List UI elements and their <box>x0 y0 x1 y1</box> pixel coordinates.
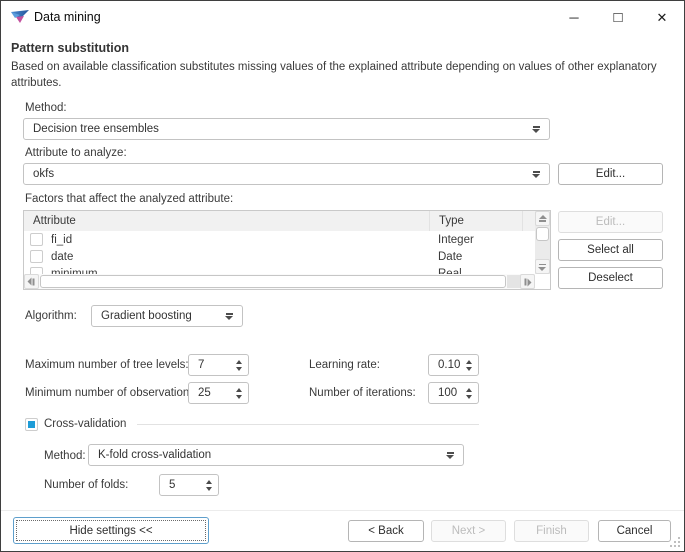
method-label: Method: <box>25 102 67 114</box>
horizontal-scrollbar[interactable] <box>24 274 535 289</box>
vertical-scrollbar[interactable] <box>535 211 550 274</box>
iterations-value: 100 <box>438 387 466 399</box>
iterations-label: Number of iterations: <box>309 387 416 399</box>
table-row[interactable]: fi_id Integer <box>24 231 535 248</box>
attribute-select-value: okfs <box>33 168 532 180</box>
stepper-arrows-icon[interactable] <box>236 388 242 399</box>
stepper-arrows-icon[interactable] <box>236 360 242 371</box>
scroll-right-button[interactable] <box>520 274 535 289</box>
cross-validation-label: Cross-validation <box>44 418 126 430</box>
footer-separator <box>1 510 684 511</box>
titlebar[interactable]: Data mining ─ □ ✕ <box>1 1 684 34</box>
table-row[interactable]: minimum Real <box>24 265 535 274</box>
attribute-label: Attribute to analyze: <box>25 147 127 159</box>
min-observations-label: Minimum number of observations: <box>25 387 198 399</box>
edit-attribute-button[interactable]: Edit... <box>558 163 663 185</box>
maximize-button[interactable]: □ <box>596 1 640 34</box>
horizontal-scrollbar-thumb[interactable] <box>40 275 506 288</box>
max-tree-levels-value: 7 <box>198 359 236 371</box>
row-type: Date <box>429 251 535 263</box>
max-tree-levels-stepper[interactable]: 7 <box>188 354 249 376</box>
factors-table: Attribute Type fi_id Integer date Date m… <box>23 210 551 290</box>
column-header-attribute[interactable]: Attribute <box>24 215 429 227</box>
algorithm-select-value: Gradient boosting <box>101 310 225 322</box>
finish-button[interactable]: Finish <box>514 520 589 542</box>
scroll-down-button[interactable] <box>535 259 550 274</box>
cancel-button[interactable]: Cancel <box>598 520 671 542</box>
arrow-left-icon <box>28 277 36 286</box>
factors-table-header: Attribute Type <box>24 211 535 231</box>
window-title: Data mining <box>34 10 101 24</box>
minimize-icon: ─ <box>569 10 578 25</box>
iterations-stepper[interactable]: 100 <box>428 382 479 404</box>
data-mining-dialog: Data mining ─ □ ✕ Pattern substitution B… <box>0 0 685 552</box>
hide-settings-button[interactable]: Hide settings << <box>13 517 209 544</box>
min-observations-stepper[interactable]: 25 <box>188 382 249 404</box>
close-button[interactable]: ✕ <box>640 1 684 34</box>
method-select-value: Decision tree ensembles <box>33 123 532 135</box>
folds-value: 5 <box>169 479 206 491</box>
row-checkbox[interactable] <box>30 267 43 274</box>
window-controls: ─ □ ✕ <box>552 1 684 34</box>
group-separator <box>137 424 479 425</box>
page-title: Pattern substitution <box>11 41 129 55</box>
cv-method-select-value: K-fold cross-validation <box>98 449 446 461</box>
learning-rate-label: Learning rate: <box>309 359 380 371</box>
close-icon: ✕ <box>657 10 668 26</box>
row-checkbox[interactable] <box>30 233 43 246</box>
row-attribute: fi_id <box>51 234 429 246</box>
method-select[interactable]: Decision tree ensembles <box>23 118 550 140</box>
maximize-icon: □ <box>613 9 622 26</box>
horizontal-scrollbar-track[interactable] <box>507 275 520 288</box>
row-type: Integer <box>429 234 535 246</box>
select-all-button[interactable]: Select all <box>558 239 663 261</box>
cv-method-select[interactable]: K-fold cross-validation <box>88 444 464 466</box>
app-logo-icon <box>11 10 29 29</box>
stepper-arrows-icon[interactable] <box>206 480 212 491</box>
stepper-arrows-icon[interactable] <box>466 388 472 399</box>
arrow-up-icon <box>538 215 547 223</box>
learning-rate-stepper[interactable]: 0.10 <box>428 354 479 376</box>
min-observations-value: 25 <box>198 387 236 399</box>
back-button[interactable]: < Back <box>348 520 424 542</box>
edit-factor-button[interactable]: Edit... <box>558 211 663 233</box>
row-attribute: date <box>51 251 429 263</box>
factors-label: Factors that affect the analyzed attribu… <box>25 193 233 205</box>
resize-grip[interactable] <box>678 545 680 547</box>
page-description: Based on available classification substi… <box>11 59 659 91</box>
vertical-scrollbar-thumb[interactable] <box>536 227 549 241</box>
focus-outline <box>16 520 206 541</box>
chevron-down-icon <box>532 125 541 133</box>
chevron-down-icon <box>446 451 455 459</box>
stepper-arrows-icon[interactable] <box>466 360 472 371</box>
cv-method-label: Method: <box>44 450 86 462</box>
table-row[interactable]: date Date <box>24 248 535 265</box>
folds-stepper[interactable]: 5 <box>159 474 219 496</box>
learning-rate-value: 0.10 <box>438 359 466 371</box>
next-button[interactable]: Next > <box>431 520 506 542</box>
attribute-select[interactable]: okfs <box>23 163 550 185</box>
chevron-down-icon <box>532 170 541 178</box>
folds-label: Number of folds: <box>44 479 128 491</box>
column-header-spacer <box>522 211 535 231</box>
arrow-down-icon <box>538 263 547 271</box>
cross-validation-checkbox[interactable] <box>25 418 38 431</box>
max-tree-levels-label: Maximum number of tree levels: <box>25 359 189 371</box>
minimize-button[interactable]: ─ <box>552 1 596 34</box>
chevron-down-icon <box>225 312 234 320</box>
arrow-right-icon <box>524 277 532 286</box>
column-header-type[interactable]: Type <box>429 211 522 231</box>
scroll-left-button[interactable] <box>24 274 39 289</box>
algorithm-label: Algorithm: <box>25 310 77 322</box>
scroll-up-button[interactable] <box>535 211 550 226</box>
factors-table-body: fi_id Integer date Date minimum Real <box>24 231 535 274</box>
algorithm-select[interactable]: Gradient boosting <box>91 305 243 327</box>
deselect-button[interactable]: Deselect <box>558 267 663 289</box>
row-checkbox[interactable] <box>30 250 43 263</box>
